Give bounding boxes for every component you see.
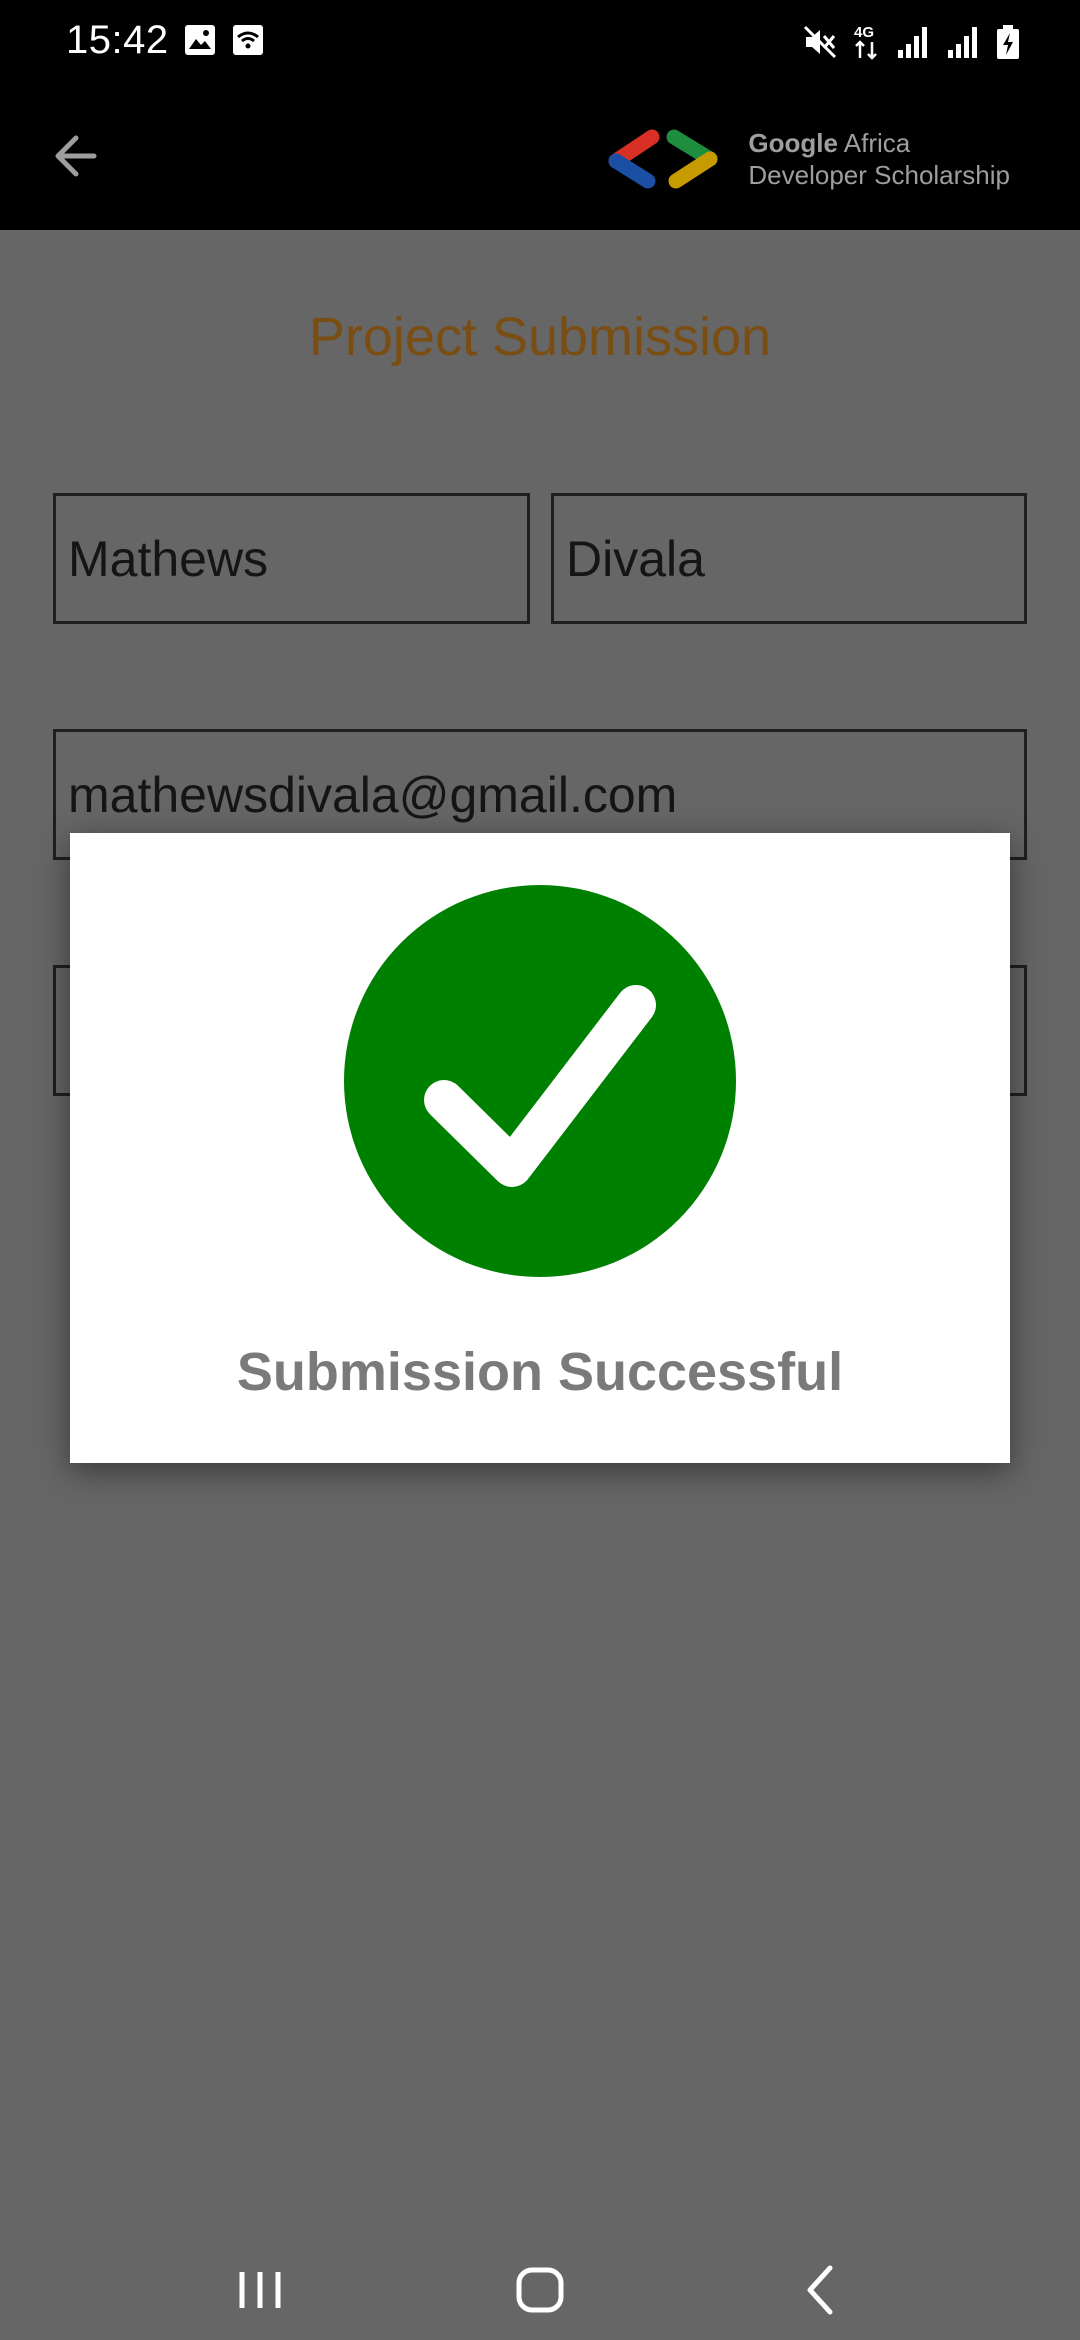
email-value: mathewsdivala@gmail.com: [68, 767, 678, 823]
signal-icon-sim2: [948, 27, 977, 58]
success-message: Submission Successful: [236, 1342, 844, 1402]
wifi-box-icon: [233, 25, 263, 55]
last-name-field[interactable]: Divala: [551, 493, 1027, 624]
home-icon[interactable]: [500, 2260, 580, 2320]
first-name-field[interactable]: Mathews: [53, 493, 530, 624]
last-name-value: Divala: [566, 531, 705, 587]
brand-scholarship: Developer Scholarship: [748, 160, 1010, 190]
success-dialog[interactable]: Submission Successful: [70, 833, 1010, 1463]
status-bar: 15:42 4G: [0, 0, 1080, 84]
navigation-bar: [0, 2240, 1080, 2340]
mute-icon: [803, 25, 837, 59]
app-bar: Google Africa Developer Scholarship: [0, 84, 1080, 230]
nav-back-icon[interactable]: [782, 2260, 862, 2320]
first-name-value: Mathews: [68, 531, 269, 587]
svg-text:4G: 4G: [854, 24, 874, 41]
back-arrow-icon[interactable]: [44, 124, 108, 188]
gads-logo-icon: [608, 129, 718, 189]
brand-google: Google: [748, 128, 838, 158]
screen: 15:42 4G Google Africa Developer Scholar…: [0, 0, 1080, 2340]
brand-text: Google Africa Developer Scholarship: [748, 127, 1010, 191]
network-4g-icon: 4G: [854, 24, 877, 60]
gallery-icon: [185, 25, 215, 55]
check-circle-icon: [344, 885, 736, 1277]
status-right-icons: 4G: [802, 22, 1020, 62]
brand-africa: Africa: [843, 128, 911, 158]
status-time: 15:42: [66, 18, 169, 62]
page-title: Project Submission: [308, 307, 772, 367]
recent-apps-icon[interactable]: [220, 2260, 300, 2320]
battery-charging-icon: [997, 25, 1019, 59]
signal-icon-sim1: [898, 27, 927, 58]
brand-logo: Google Africa Developer Scholarship: [600, 114, 1010, 204]
